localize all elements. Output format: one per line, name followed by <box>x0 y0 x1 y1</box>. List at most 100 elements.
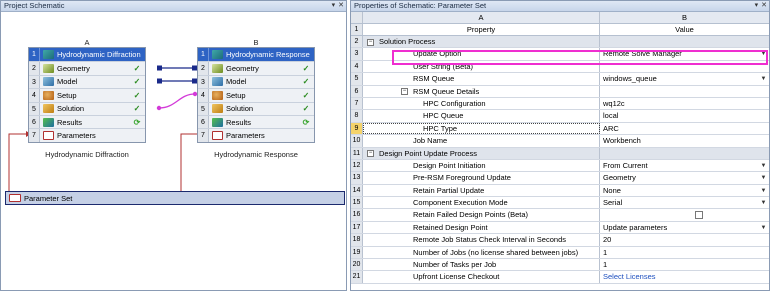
rsm-queue-dropdown[interactable]: windows_queue ▼ <box>600 73 769 84</box>
dropdown-arrow-icon[interactable]: ▼ <box>760 174 767 182</box>
cell-solution[interactable]: 5 Solution ✓ <box>29 101 145 115</box>
property-label: Retain Failed Design Points (Beta) <box>363 209 600 221</box>
property-row-pre-rsm-foreground-update[interactable]: 13 Pre-RSM Foreground Update Geometry ▼ <box>351 172 769 185</box>
collapse-icon[interactable]: − <box>367 38 374 46</box>
cell-setup[interactable]: 4 Setup ✓ <box>198 88 314 102</box>
property-label: Update Option <box>363 48 600 60</box>
row-number: 6 <box>198 115 209 129</box>
property-row-design-point-initiation[interactable]: 12 Design Point Initiation From Current ▼ <box>351 159 769 173</box>
system-hydrodynamic-diffraction[interactable]: A 1 Hydrodynamic Diffraction 2 Geometry … <box>28 38 146 159</box>
property-row-upfront-license-checkout[interactable]: 21 Upfront License Checkout Select Licen… <box>351 271 769 284</box>
row-number: 5 <box>351 73 363 85</box>
property-value: local <box>603 111 619 121</box>
system-caption[interactable]: Hydrodynamic Diffraction <box>28 150 146 159</box>
dropdown-arrow-icon[interactable]: ▼ <box>760 224 767 232</box>
cell-results[interactable]: 6 Results ⟳ <box>198 114 314 129</box>
number-of-tasks-field[interactable]: 1 <box>600 259 769 270</box>
cell-parameters[interactable]: 7 Parameters <box>198 128 314 142</box>
collapse-icon[interactable]: − <box>401 88 408 96</box>
cell-label: Hydrodynamic Response <box>226 50 310 60</box>
pin-icon[interactable]: ▾ <box>332 1 336 11</box>
check-icon: ✓ <box>133 64 141 74</box>
pre-rsm-update-dropdown[interactable]: Geometry ▼ <box>600 172 769 183</box>
property-row-retain-failed-design-points[interactable]: 16 Retain Failed Design Points (Beta) <box>351 209 769 222</box>
close-icon[interactable]: ✕ <box>338 1 344 11</box>
panel-title-text: Properties of Schematic: Parameter Set <box>354 1 487 10</box>
cell-setup[interactable]: 4 Setup ✓ <box>29 88 145 102</box>
cell-model[interactable]: 3 Model ✓ <box>198 74 314 89</box>
dropdown-arrow-icon[interactable]: ▼ <box>760 50 767 58</box>
parameter-set-label: Parameter Set <box>24 193 73 203</box>
cell-label: Solution <box>57 104 85 114</box>
dropdown-arrow-icon[interactable]: ▼ <box>760 162 767 170</box>
component-execution-mode-dropdown[interactable]: Serial ▼ <box>600 197 769 208</box>
property-value: ARC <box>603 123 619 133</box>
system-header-row[interactable]: 1 Hydrodynamic Diffraction <box>29 48 145 62</box>
close-icon[interactable]: ✕ <box>761 1 767 11</box>
connector-parameters-a <box>8 133 29 192</box>
retain-partial-update-dropdown[interactable]: None ▼ <box>600 185 769 196</box>
cell-geometry[interactable]: 2 Geometry ✓ <box>198 61 314 75</box>
column-b-header[interactable]: B <box>600 12 769 23</box>
row-number: 8 <box>351 110 363 122</box>
dropdown-arrow-icon[interactable]: ▼ <box>760 75 767 83</box>
cell-parameters[interactable]: 7 Parameters <box>29 128 145 142</box>
property-value: 1 <box>603 260 608 270</box>
row-number: 16 <box>351 209 363 221</box>
property-row-retain-partial-update[interactable]: 14 Retain Partial Update None ▼ <box>351 184 769 198</box>
job-name-field[interactable]: Workbench <box>600 135 769 146</box>
property-row-rsm-queue[interactable]: 5 RSM Queue windows_queue ▼ <box>351 73 769 86</box>
pin-icon[interactable]: ▾ <box>755 1 759 11</box>
parameter-set-bar[interactable]: Parameter Set <box>5 191 345 205</box>
property-row-component-execution-mode[interactable]: 15 Component Execution Mode Serial ▼ <box>351 197 769 210</box>
system-header-row[interactable]: 1 Hydrodynamic Response <box>198 48 314 62</box>
hydrodynamic-icon <box>43 50 54 60</box>
row-number: 9 <box>351 122 363 135</box>
system-caption[interactable]: Hydrodynamic Response <box>197 150 315 159</box>
user-string-field[interactable] <box>600 61 769 72</box>
group-row-solution-process[interactable]: 2 − Solution Process <box>351 36 769 49</box>
cell-results[interactable]: 6 Results ⟳ <box>29 114 145 129</box>
dropdown-arrow-icon[interactable]: ▼ <box>760 199 767 207</box>
property-row-hpc-queue[interactable]: 8 HPC Queue local <box>351 110 769 123</box>
retained-design-point-dropdown[interactable]: Update parameters ▼ <box>600 222 769 233</box>
geometry-icon <box>43 64 54 74</box>
panel-title: Project Schematic ▾ ✕ <box>1 1 346 12</box>
cell-geometry[interactable]: 2 Geometry ✓ <box>29 61 145 75</box>
group-row-rsm-queue-details[interactable]: 6 − RSM Queue Details <box>351 85 769 98</box>
number-of-jobs-field[interactable]: 1 <box>600 247 769 258</box>
property-row-retained-design-point[interactable]: 17 Retained Design Point Update paramete… <box>351 221 769 235</box>
panel-title: Properties of Schematic: Parameter Set ▾… <box>351 1 769 12</box>
status-check-interval-field[interactable]: 20 <box>600 234 769 245</box>
property-row-job-name[interactable]: 10 Job Name Workbench <box>351 135 769 148</box>
retain-failed-checkbox[interactable] <box>695 211 703 220</box>
property-row-number-of-tasks[interactable]: 20 Number of Tasks per Job 1 <box>351 259 769 272</box>
property-row-status-check-interval[interactable]: 18 Remote Job Status Check Interval in S… <box>351 234 769 247</box>
property-row-user-string[interactable]: 4 User String (Beta) <box>351 60 769 74</box>
cell-solution[interactable]: 5 Solution ✓ <box>198 101 314 115</box>
property-row-hpc-type[interactable]: 9 HPC Type ARC <box>351 122 769 136</box>
column-a-header[interactable]: A <box>363 12 600 23</box>
property-value: Serial <box>603 198 623 208</box>
property-value: Remote Solve Manager <box>603 49 682 59</box>
cell-label: Results <box>57 117 83 127</box>
property-row-number-of-jobs[interactable]: 19 Number of Jobs (no license shared bet… <box>351 246 769 260</box>
row-number: 19 <box>351 246 363 259</box>
design-point-initiation-dropdown[interactable]: From Current ▼ <box>600 160 769 171</box>
collapse-icon[interactable]: − <box>367 150 374 158</box>
property-label: RSM Queue <box>363 73 600 85</box>
dropdown-arrow-icon[interactable]: ▼ <box>760 187 767 195</box>
cell-label: Model <box>226 77 247 87</box>
system-hydrodynamic-response[interactable]: B 1 Hydrodynamic Response 2 Geometry ✓ 3… <box>197 38 315 159</box>
row-number: 17 <box>351 221 363 234</box>
update-option-dropdown[interactable]: Remote Solve Manager ▼ <box>600 48 769 59</box>
cell-label: Parameters <box>226 131 265 141</box>
property-row-hpc-configuration[interactable]: 7 HPC Configuration wq12c <box>351 97 769 111</box>
property-value: From Current <box>603 160 648 170</box>
property-row-update-option[interactable]: 3 Update Option Remote Solve Manager ▼ <box>351 48 769 61</box>
select-licenses-link[interactable]: Select Licenses <box>603 272 656 281</box>
group-row-design-point-update-process[interactable]: 11 − Design Point Update Process <box>351 147 769 160</box>
cell-model[interactable]: 3 Model ✓ <box>29 74 145 89</box>
check-icon: ✓ <box>133 104 141 114</box>
property-label: Pre-RSM Foreground Update <box>363 172 600 184</box>
